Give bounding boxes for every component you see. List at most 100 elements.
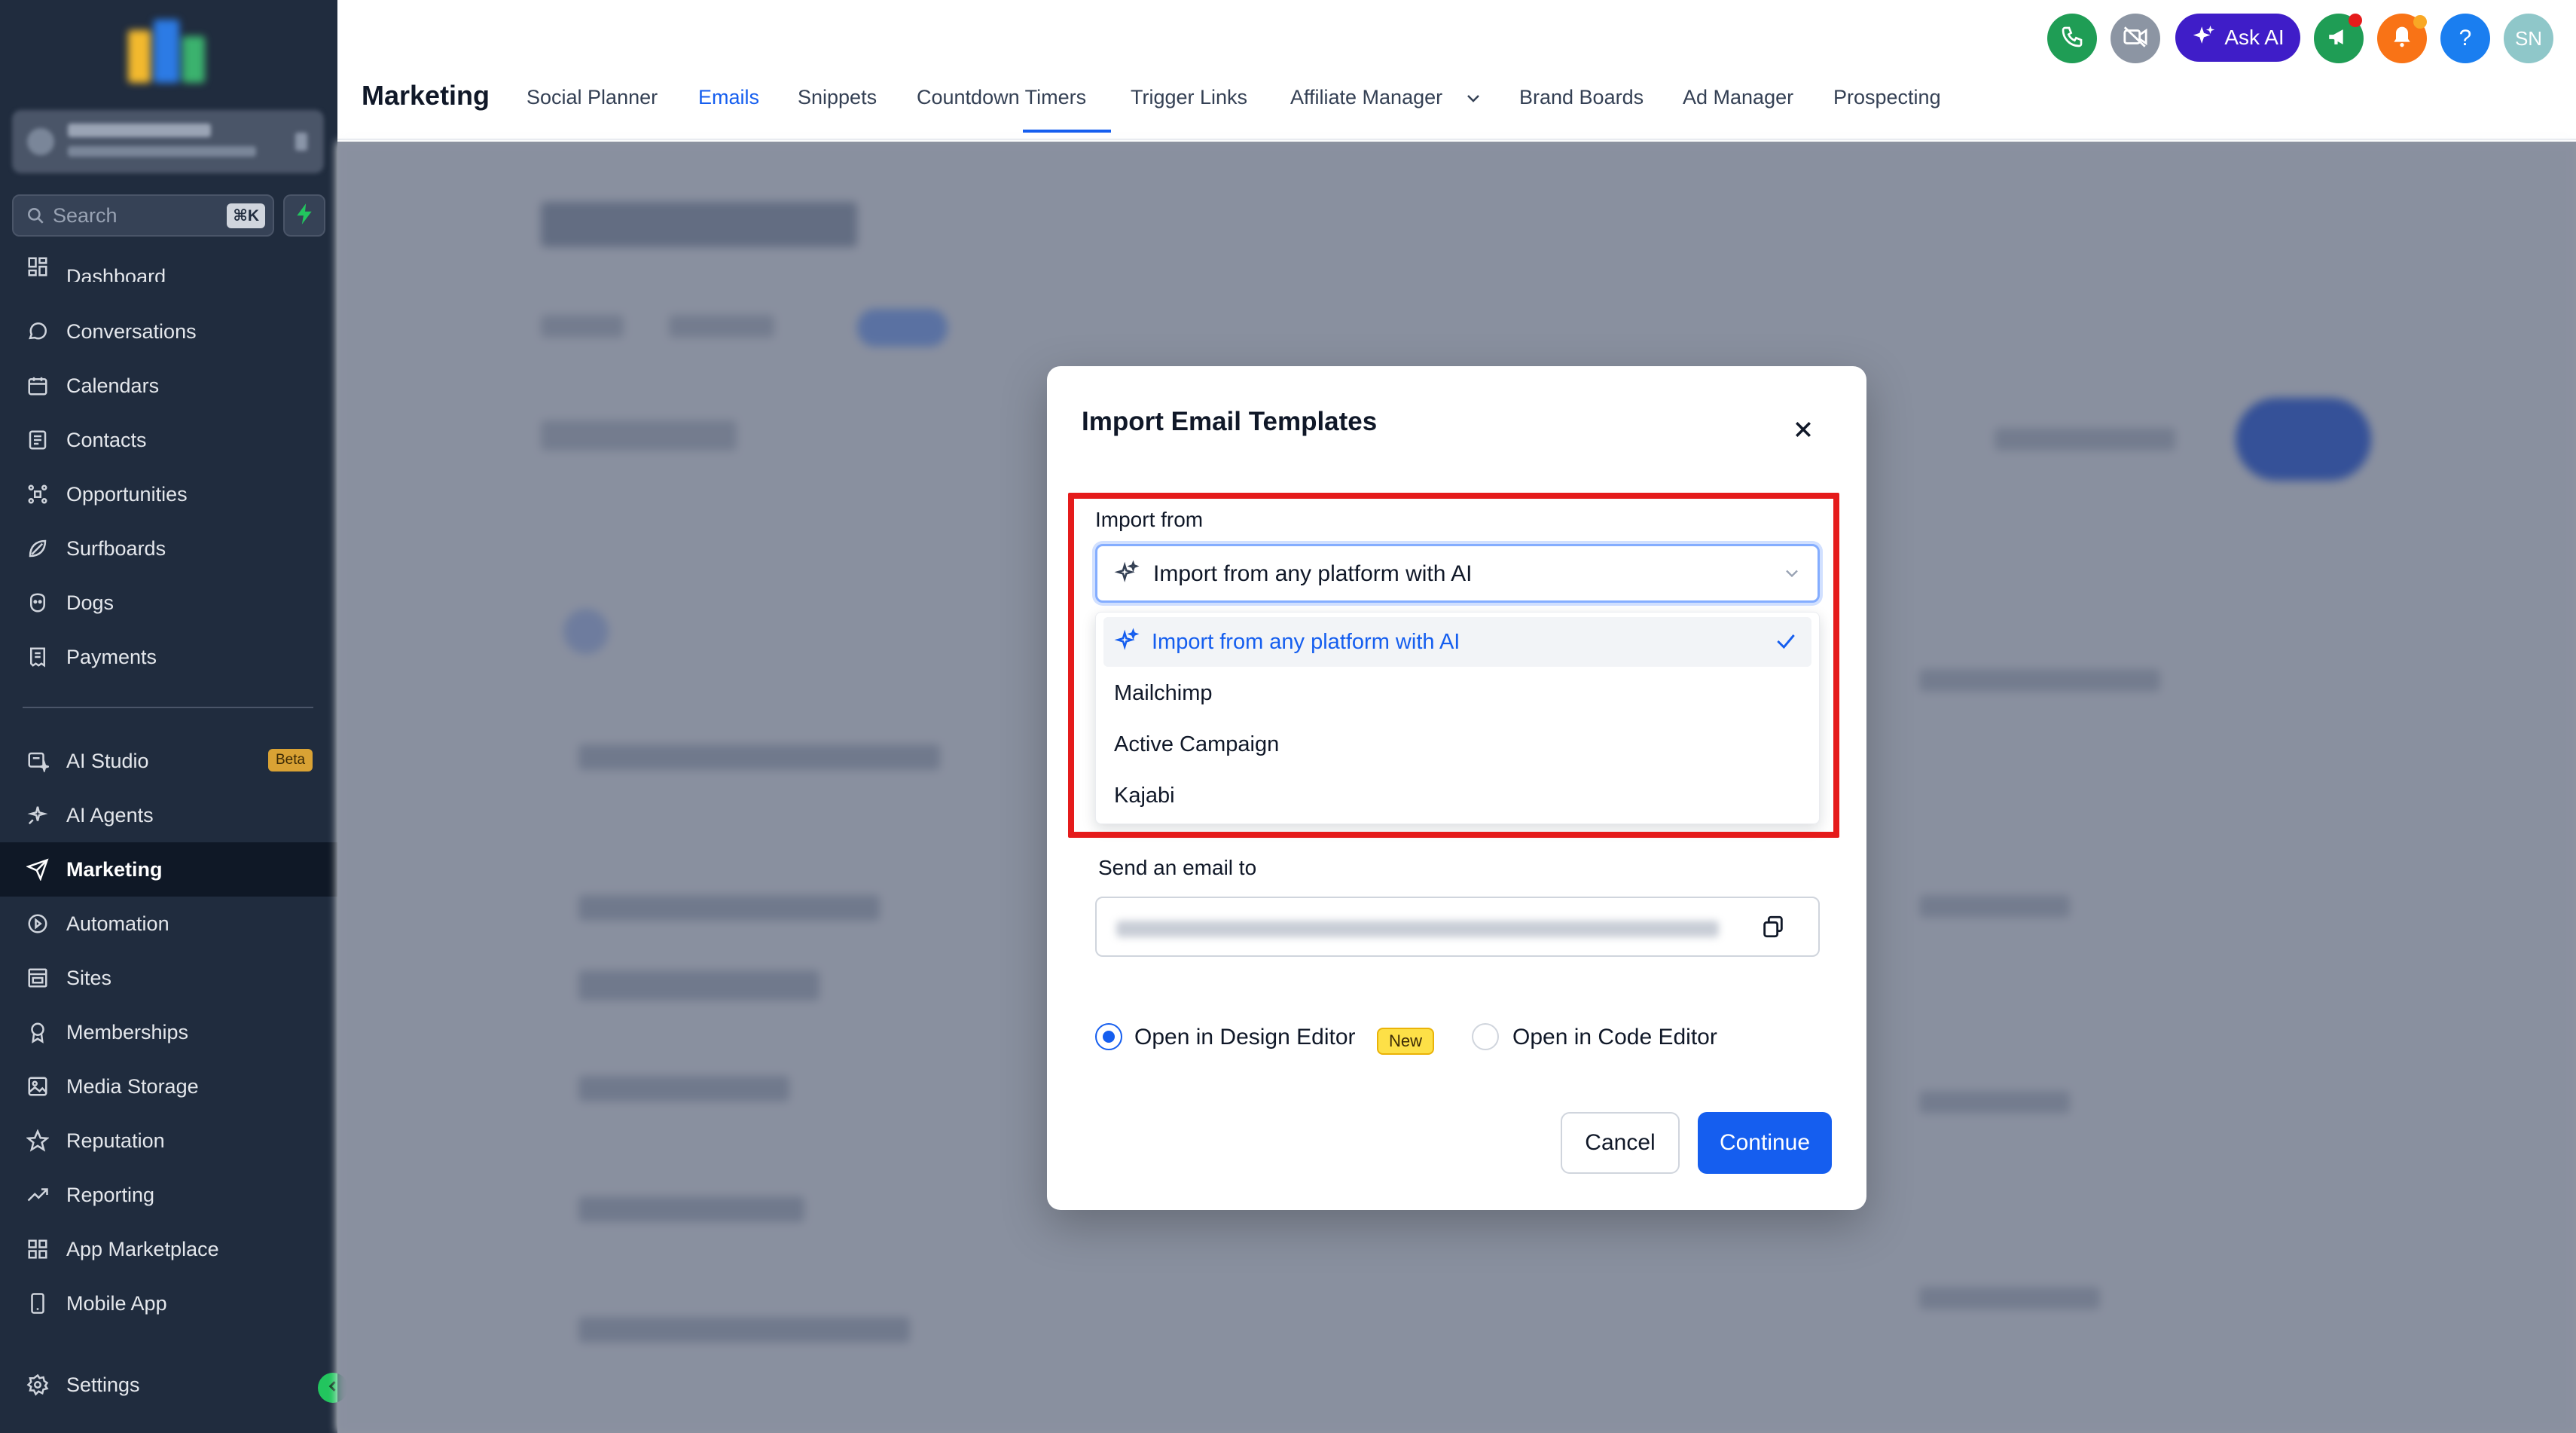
sidebar-item-ai-studio[interactable]: AI Studio Beta: [0, 734, 337, 788]
sidebar-item-dogs[interactable]: Dogs: [0, 576, 337, 630]
ask-ai-button[interactable]: Ask AI: [2175, 14, 2300, 62]
redacted-email: [1116, 921, 1719, 937]
sidebar-item-label: Settings: [66, 1373, 140, 1396]
sidebar-item-media-storage[interactable]: Media Storage: [0, 1059, 337, 1114]
sidebar-item-label: Marketing: [66, 857, 163, 881]
sidebar-item-sites[interactable]: Sites: [0, 951, 337, 1005]
modal-title: Import Email Templates: [1082, 407, 1378, 436]
sidebar-item-dashboard[interactable]: Dashboard: [0, 252, 337, 282]
notification-badge: [2413, 15, 2427, 29]
account-switcher[interactable]: [12, 110, 324, 173]
radio-design-editor[interactable]: [1095, 1023, 1122, 1050]
tab-brand-boards[interactable]: Brand Boards: [1519, 86, 1644, 109]
opportunities-icon: [23, 481, 53, 508]
sidebar: Search ⌘K Dashboard Conversations Calend…: [0, 0, 348, 1433]
lightning-icon: [295, 203, 314, 229]
sidebar-item-reputation[interactable]: Reputation: [0, 1114, 337, 1168]
sidebar-item-ai-agents[interactable]: AI Agents: [0, 788, 337, 842]
calendar-icon: [23, 372, 53, 399]
search-icon: [24, 204, 47, 227]
import-email-templates-modal: Import Email Templates Import from Impor…: [1047, 366, 1866, 1210]
tab-emails[interactable]: Emails: [698, 86, 759, 109]
sidebar-item-label: Dogs: [66, 591, 114, 614]
tab-affiliate-manager[interactable]: Affiliate Manager: [1290, 86, 1442, 109]
tab-countdown-timers[interactable]: Countdown Timers: [917, 86, 1086, 109]
sidebar-item-label: Media Storage: [66, 1074, 199, 1098]
video-icon: [2123, 24, 2148, 53]
sidebar-item-opportunities[interactable]: Opportunities: [0, 467, 337, 521]
page-title: Marketing: [362, 80, 490, 111]
search-shortcut: ⌘K: [227, 203, 265, 228]
phone-button[interactable]: [2047, 14, 2097, 63]
radio-code-editor-label[interactable]: Open in Code Editor: [1512, 1025, 1717, 1050]
tab-ad-manager[interactable]: Ad Manager: [1683, 86, 1793, 109]
close-button[interactable]: [1782, 410, 1824, 452]
phone-icon: [2060, 25, 2084, 53]
sidebar-item-label: Memberships: [66, 1020, 189, 1043]
close-icon: [1792, 418, 1814, 445]
beta-badge: Beta: [268, 749, 313, 771]
tab-prospecting[interactable]: Prospecting: [1833, 86, 1941, 109]
chat-icon: [23, 318, 53, 345]
sidebar-item-label: AI Studio: [66, 749, 149, 772]
image-icon: [23, 1073, 53, 1100]
sidebar-item-app-marketplace[interactable]: App Marketplace: [0, 1222, 337, 1276]
sidebar-item-label: Mobile App: [66, 1291, 167, 1315]
tab-snippets[interactable]: Snippets: [798, 86, 877, 109]
radio-design-editor-label[interactable]: Open in Design Editor: [1134, 1025, 1356, 1050]
new-badge: New: [1377, 1028, 1435, 1055]
chevron-down-icon: [1464, 89, 1482, 111]
sidebar-item-label: Automation: [66, 912, 169, 935]
sidebar-item-reporting[interactable]: Reporting: [0, 1168, 337, 1222]
copy-button[interactable]: [1758, 913, 1788, 943]
tab-social-planner[interactable]: Social Planner: [526, 86, 658, 109]
quick-action-button[interactable]: [283, 194, 325, 237]
sidebar-item-label: Conversations: [66, 319, 197, 343]
ai-studio-icon: [23, 747, 53, 775]
sidebar-item-automation[interactable]: Automation: [0, 897, 337, 951]
video-button[interactable]: [2111, 14, 2160, 63]
help-icon: ?: [2458, 26, 2472, 50]
help-button[interactable]: ?: [2440, 14, 2490, 63]
highlight-annotation: [1068, 493, 1839, 838]
sidebar-divider: [23, 707, 313, 708]
sidebar-item-payments[interactable]: Payments: [0, 630, 337, 684]
sites-icon: [23, 964, 53, 991]
sidebar-item-label: Surfboards: [66, 536, 166, 560]
sidebar-item-calendars[interactable]: Calendars: [0, 359, 337, 413]
automation-icon: [23, 910, 53, 937]
sparkle-icon: [2191, 23, 2217, 53]
receipt-icon: [23, 643, 53, 671]
announcement-badge: [2349, 14, 2362, 27]
search-label: Search: [53, 203, 118, 227]
active-tab-indicator: [1023, 130, 1111, 133]
contacts-icon: [23, 426, 53, 454]
sidebar-item-label: AI Agents: [66, 803, 154, 826]
sidebar-item-memberships[interactable]: Memberships: [0, 1005, 337, 1059]
company-logo: [128, 20, 206, 86]
continue-button[interactable]: Continue: [1698, 1112, 1832, 1174]
sidebar-item-settings[interactable]: Settings: [0, 1358, 337, 1412]
sidebar-item-label: Dashboard: [66, 265, 166, 282]
sidebar-item-marketing[interactable]: Marketing: [0, 842, 337, 897]
radio-code-editor[interactable]: [1472, 1023, 1499, 1050]
megaphone-icon: [2326, 24, 2352, 53]
sidebar-item-label: Contacts: [66, 428, 147, 451]
send-icon: [23, 856, 53, 883]
sidebar-item-label: Calendars: [66, 374, 160, 397]
sidebar-item-conversations[interactable]: Conversations: [0, 304, 337, 359]
sidebar-item-surfboards[interactable]: Surfboards: [0, 521, 337, 576]
star-icon: [23, 1127, 53, 1154]
dashboard-icon: [23, 253, 53, 280]
cancel-button[interactable]: Cancel: [1561, 1112, 1680, 1174]
grid-icon: [23, 1236, 53, 1263]
sidebar-item-label: App Marketplace: [66, 1237, 219, 1260]
import-email-address-field[interactable]: [1095, 897, 1820, 957]
sidebar-item-mobile-app[interactable]: Mobile App: [0, 1276, 337, 1331]
user-avatar[interactable]: SN: [2504, 14, 2553, 63]
sidebar-item-contacts[interactable]: Contacts: [0, 413, 337, 467]
sidebar-search[interactable]: Search ⌘K: [12, 194, 274, 237]
membership-icon: [23, 1019, 53, 1046]
tab-trigger-links[interactable]: Trigger Links: [1131, 86, 1247, 109]
gear-icon: [23, 1371, 53, 1398]
